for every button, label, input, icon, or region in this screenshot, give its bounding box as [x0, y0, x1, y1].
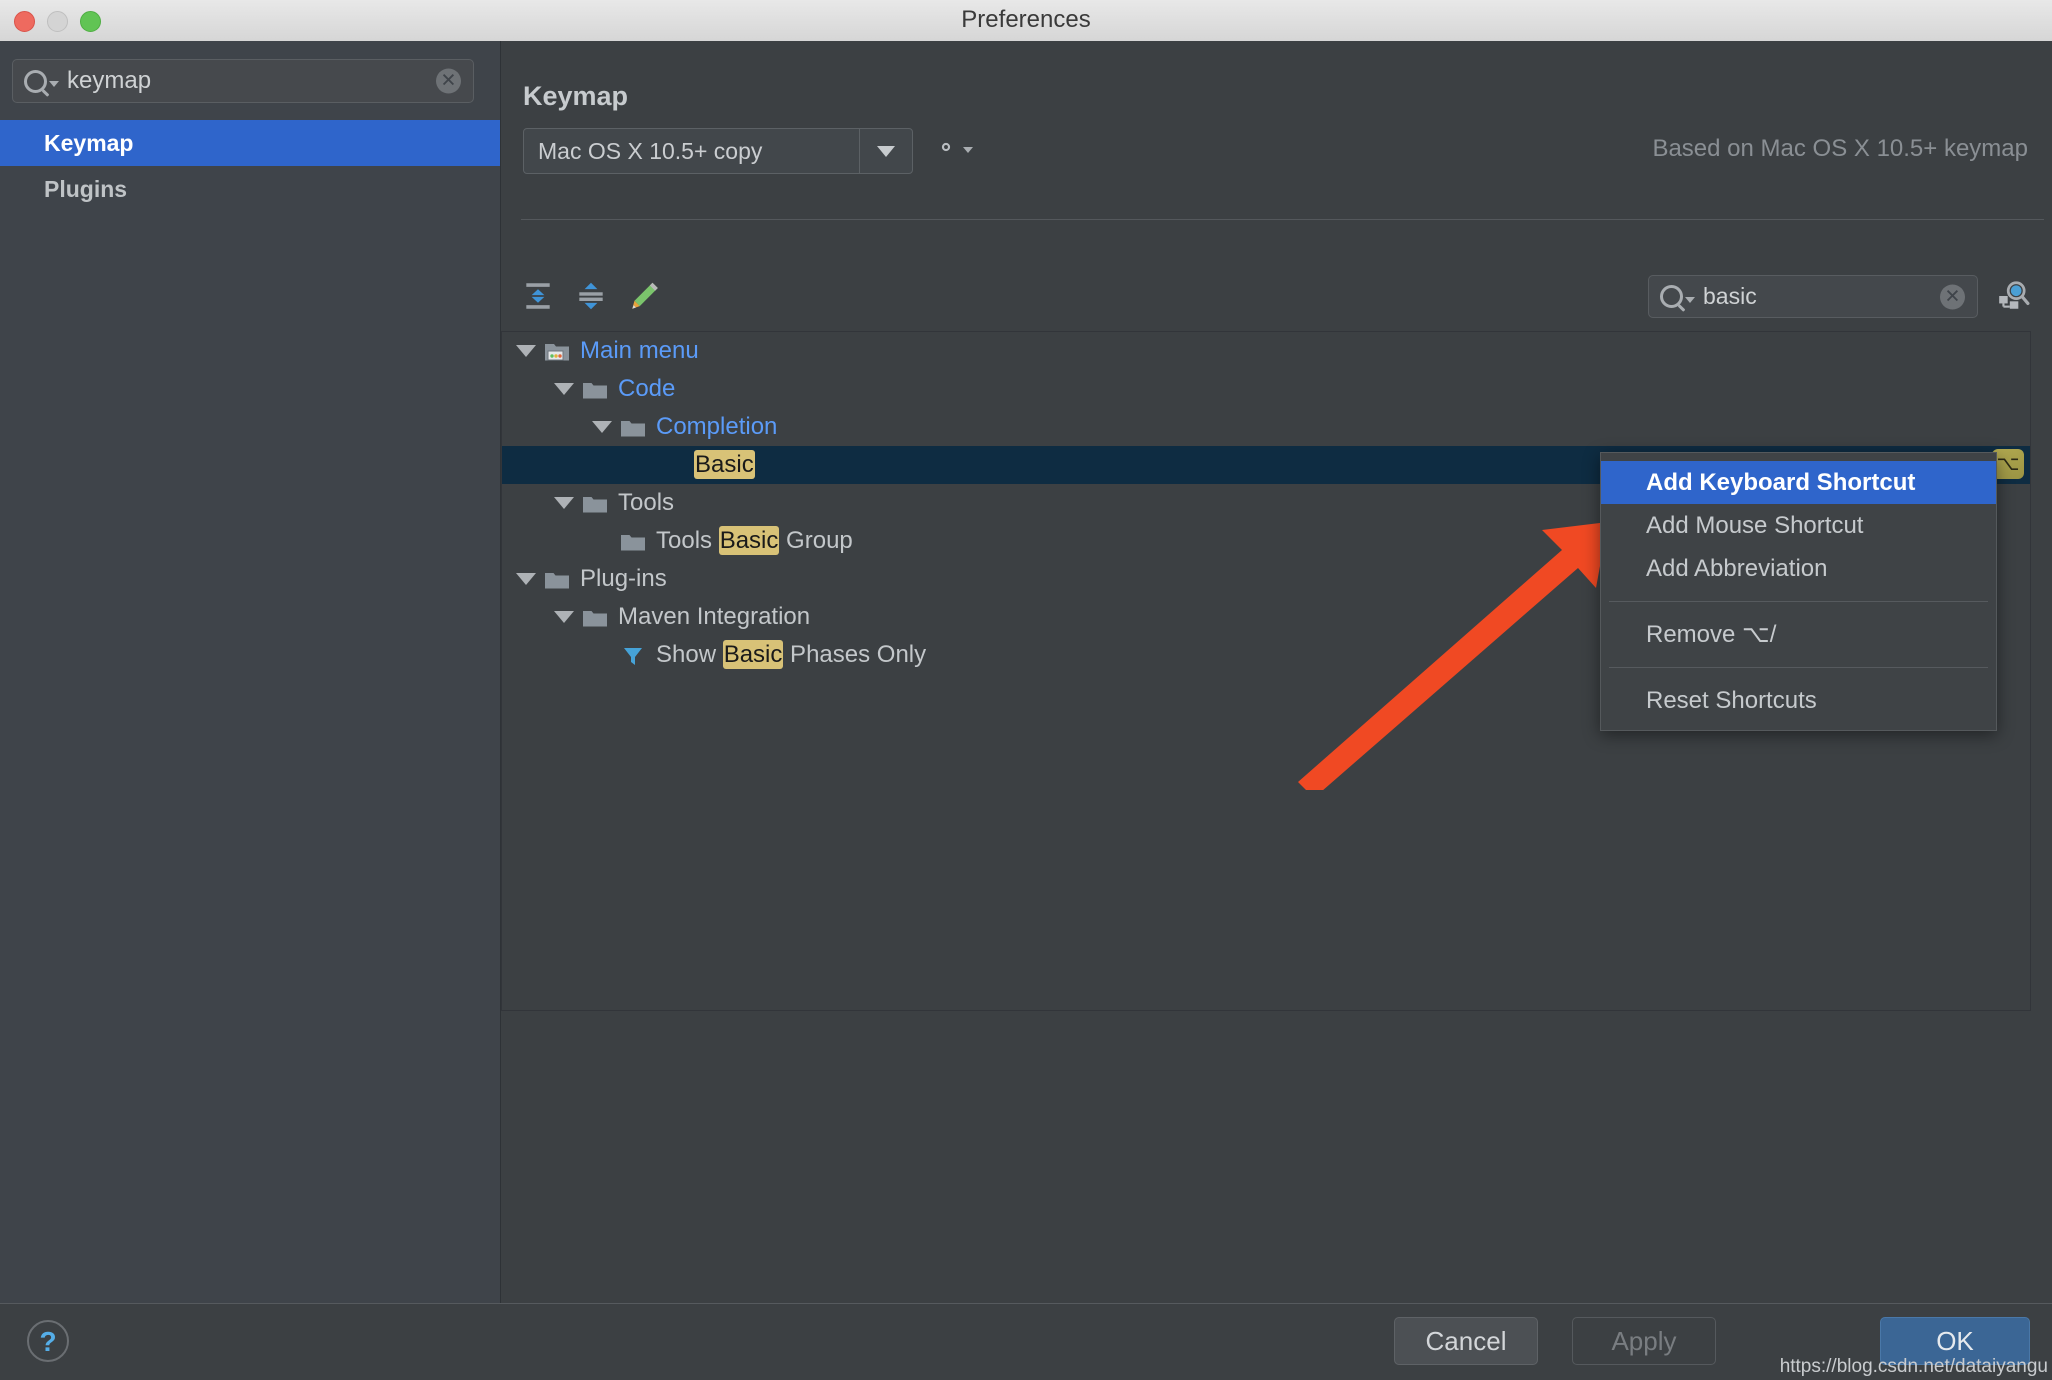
- folder-icon: [582, 379, 608, 399]
- find-by-shortcut-icon[interactable]: [1996, 279, 2030, 313]
- tree-row-text: Phases Only: [783, 641, 927, 668]
- apply-button: Apply: [1572, 1317, 1716, 1365]
- sidebar-search-value: keymap: [67, 67, 152, 94]
- shortcut-search-field[interactable]: basic ✕: [1648, 275, 1978, 318]
- tree-row-label: Show Basic Phases Only: [656, 640, 927, 669]
- search-match-highlight: Basic: [722, 640, 784, 669]
- tree-icon-placeholder: [658, 455, 684, 475]
- tree-toolbar: [521, 279, 661, 313]
- sidebar-item-label: Keymap: [44, 129, 134, 156]
- chevron-down-icon: [963, 147, 973, 153]
- window-title: Preferences: [961, 6, 1091, 33]
- tree-row-label: Plug-ins: [580, 565, 667, 593]
- help-button[interactable]: ?: [27, 1320, 69, 1362]
- chevron-down-icon[interactable]: [859, 129, 912, 173]
- search-icon: [24, 69, 59, 93]
- tree-row-label: Completion: [656, 413, 777, 441]
- tree-row-text: Code: [618, 375, 676, 402]
- tree-row-text: Maven Integration: [618, 603, 811, 630]
- tree-row-text: Main menu: [580, 337, 699, 364]
- menu-item-add-mouse-shortcut[interactable]: Add Mouse Shortcut: [1601, 504, 1996, 547]
- chevron-down-icon[interactable]: [554, 383, 574, 395]
- menu-separator: [1609, 667, 1988, 668]
- search-match-highlight: Basic: [718, 526, 780, 555]
- tree-row-text: Plug-ins: [580, 565, 667, 592]
- chevron-down-icon[interactable]: [516, 573, 536, 585]
- preferences-window: Preferences keymap ✕ Keymap Plugins Keym…: [0, 0, 2052, 1380]
- sidebar-item-list: Keymap Plugins: [0, 120, 500, 212]
- search-icon: [1660, 285, 1695, 308]
- tree-row-label: Code: [618, 375, 675, 403]
- folder-icon: [582, 607, 608, 627]
- tree-row[interactable]: Completion: [502, 408, 2030, 446]
- shortcut-context-menu[interactable]: Add Keyboard Shortcut Add Mouse Shortcut A…: [1600, 452, 1997, 731]
- tree-row-text: Show: [656, 641, 723, 668]
- tree-row-label: Tools Basic Group: [656, 526, 853, 555]
- tree-row-label: Maven Integration: [618, 603, 810, 631]
- dialog-footer: ? Cancel Apply OK: [0, 1303, 2052, 1380]
- tree-row-text: Tools: [656, 527, 719, 554]
- sidebar-item-plugins[interactable]: Plugins: [0, 166, 500, 212]
- collapse-all-icon[interactable]: [574, 279, 608, 313]
- menu-item-add-keyboard-shortcut[interactable]: Add Keyboard Shortcut: [1601, 461, 1996, 504]
- keymap-dropdown[interactable]: Mac OS X 10.5+ copy: [523, 128, 913, 174]
- tree-row-text: Tools: [618, 489, 675, 516]
- folder-icon: [582, 493, 608, 513]
- menu-item-remove[interactable]: Remove ⌥/: [1601, 613, 1996, 656]
- menu-item-reset-shortcuts[interactable]: Reset Shortcuts: [1601, 679, 1996, 722]
- cancel-button[interactable]: Cancel: [1394, 1317, 1538, 1365]
- folder-icon: [620, 531, 646, 551]
- tree-row[interactable]: Main menu: [502, 332, 2030, 370]
- menu-item-add-abbreviation[interactable]: Add Abbreviation: [1601, 547, 1996, 590]
- folder-icon: [620, 417, 646, 437]
- folder-icon: [544, 569, 570, 589]
- title-bar: Preferences: [0, 0, 2052, 42]
- chevron-down-icon[interactable]: [516, 345, 536, 357]
- sidebar-item-keymap[interactable]: Keymap: [0, 120, 500, 166]
- based-on-label: Based on Mac OS X 10.5+ keymap: [1652, 135, 2028, 162]
- tree-row-label: Tools: [618, 489, 674, 517]
- menu-separator: [1609, 601, 1988, 602]
- main-menu-icon: [544, 341, 570, 361]
- edit-pencil-icon[interactable]: [627, 279, 661, 313]
- tree-row-label: Basic: [694, 450, 755, 479]
- shortcut-search-value: basic: [1703, 283, 1757, 309]
- settings-sidebar: keymap ✕ Keymap Plugins: [0, 41, 501, 1304]
- search-match-highlight: Basic: [694, 450, 755, 479]
- expand-all-icon[interactable]: [521, 279, 555, 313]
- keymap-dropdown-value: Mac OS X 10.5+ copy: [538, 137, 763, 164]
- page-title: Keymap: [523, 81, 629, 111]
- chevron-down-icon[interactable]: [554, 497, 574, 509]
- section-divider: [521, 219, 2044, 220]
- tree-row-text: Group: [779, 527, 853, 554]
- clear-icon[interactable]: ✕: [436, 68, 461, 94]
- sidebar-item-label: Plugins: [44, 175, 128, 202]
- watermark: https://blog.csdn.net/dataiyangu: [1779, 1356, 2048, 1377]
- chevron-down-icon[interactable]: [592, 421, 612, 433]
- tree-row-label: Main menu: [580, 337, 699, 365]
- tree-row-text: Completion: [656, 413, 778, 440]
- keymap-settings-button[interactable]: [933, 134, 973, 160]
- sidebar-search-field[interactable]: keymap ✕: [12, 59, 474, 103]
- clear-icon[interactable]: ✕: [1940, 284, 1965, 309]
- tree-row[interactable]: Code: [502, 370, 2030, 408]
- gear-icon: [941, 142, 951, 152]
- chevron-down-icon[interactable]: [554, 611, 574, 623]
- filter-icon: [620, 645, 646, 665]
